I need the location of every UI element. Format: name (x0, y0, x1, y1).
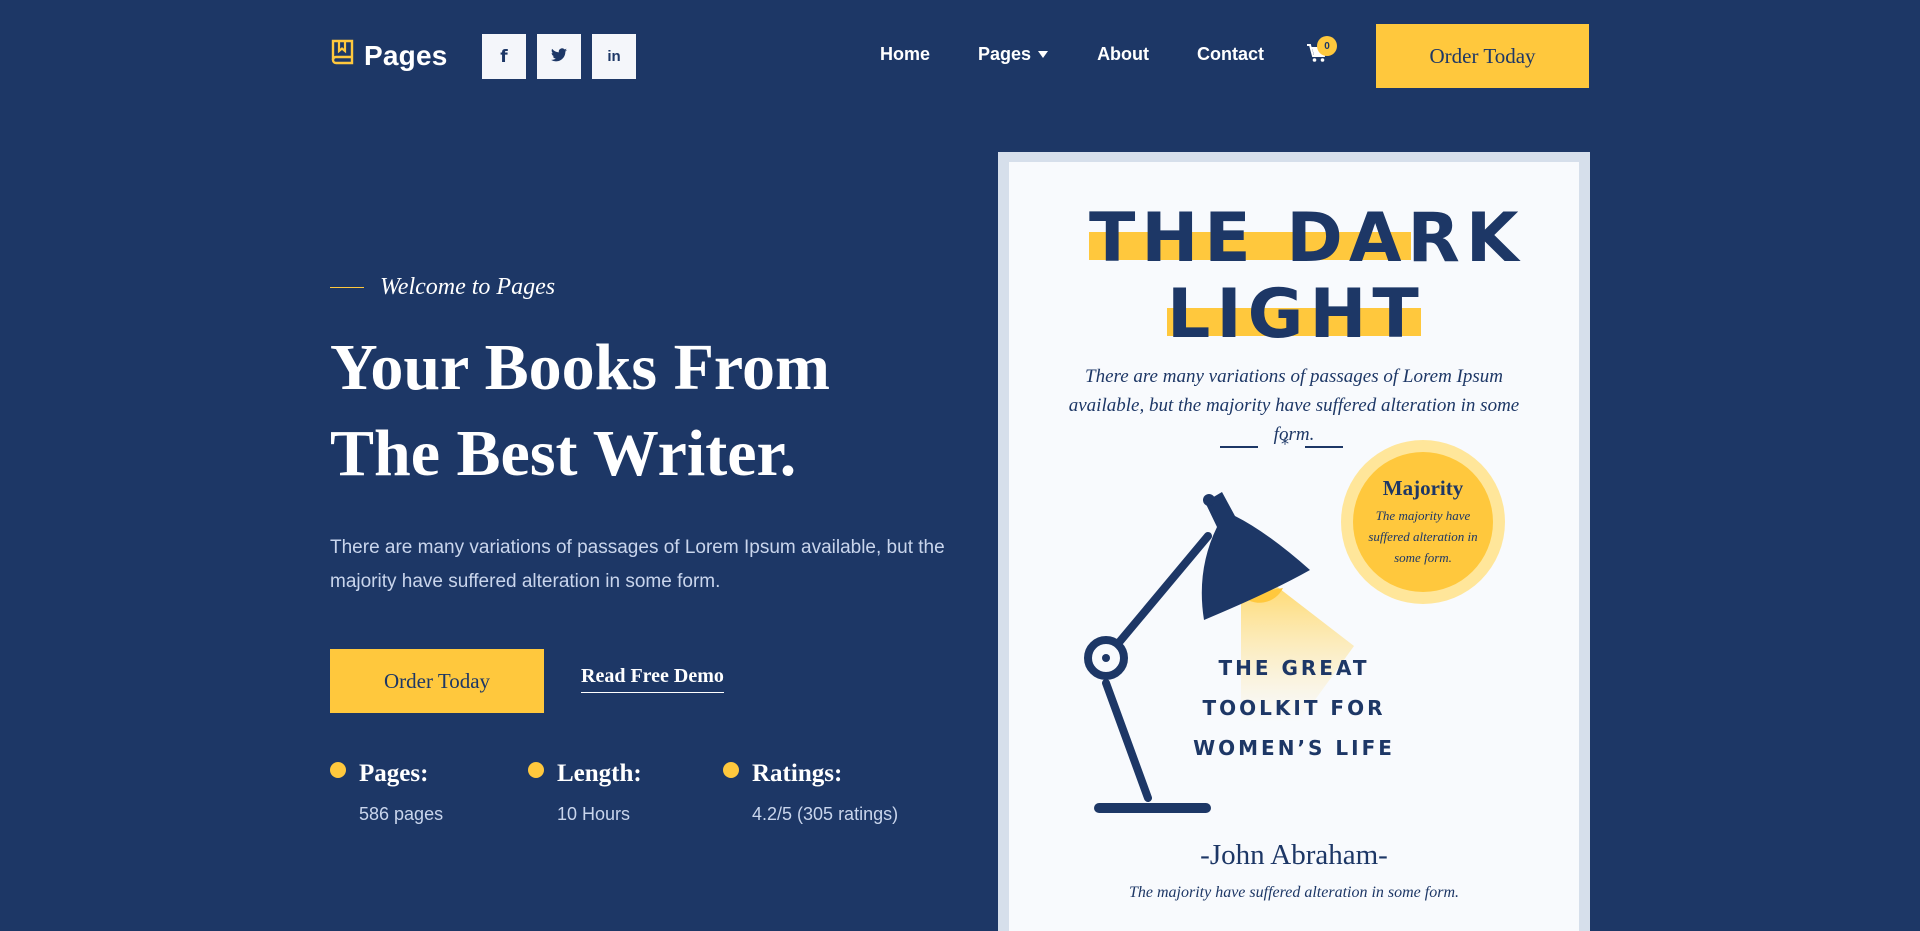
facebook-button[interactable]: f (482, 34, 526, 79)
nav-about-label: About (1097, 44, 1150, 64)
header-order-button[interactable]: Order Today (1376, 24, 1589, 88)
read-demo-link[interactable]: Read Free Demo (581, 665, 724, 693)
twitter-button[interactable] (537, 34, 581, 79)
stat-dot (528, 762, 544, 778)
nav-pages-label: Pages (978, 44, 1032, 64)
nav-home[interactable]: Home (880, 44, 930, 65)
book-icon (330, 38, 356, 73)
nav-about[interactable]: About (1097, 44, 1149, 65)
welcome-line (330, 287, 364, 288)
nav-home-label: Home (880, 44, 931, 64)
facebook-icon: f (500, 46, 508, 67)
welcome-eyebrow: Welcome to Pages (330, 274, 555, 301)
logo-text: Pages (364, 39, 448, 71)
stat-value: 586 pages (359, 804, 444, 824)
linkedin-button[interactable]: in (592, 34, 636, 79)
nav-contact-label: Contact (1197, 44, 1265, 64)
chevron-down-icon (1037, 44, 1049, 65)
hero-description: There are many variations of passages of… (330, 537, 945, 592)
hero-title-line2: The Best Writer. (330, 417, 797, 490)
stat-dot (723, 762, 739, 778)
hero-title-line1: Your Books From (330, 331, 830, 404)
nav-pages[interactable]: Pages (978, 44, 1049, 65)
welcome-text: Welcome to Pages (380, 274, 556, 300)
stat-value: 10 Hours (557, 804, 631, 824)
main-nav: Home Pages About Contact (880, 44, 1264, 65)
stat-label: Length: (557, 760, 642, 787)
twitter-icon (551, 47, 567, 66)
book-author: -John Abraham- (1200, 839, 1388, 871)
book-subtitle: THE GREAT TOOLKIT FOR WOMEN’S LIFE (1193, 656, 1395, 760)
stat-label: Pages: (359, 760, 429, 787)
stat-label: Ratings: (752, 760, 843, 787)
cart-count-badge: 0 (1317, 36, 1337, 56)
stat-value: 4.2/5 (305 ratings) (752, 804, 899, 824)
logo[interactable]: Pages (330, 38, 448, 73)
landing-page: Pages f in Home Pages About Contact 0 Or… (0, 0, 1920, 931)
book-tagline: The majority have suffered alteration in… (1128, 884, 1460, 901)
book-cover: THE DARK LIGHT There are many variations… (1009, 162, 1579, 931)
hero-order-button[interactable]: Order Today (330, 649, 544, 713)
stat-dot (330, 762, 346, 778)
hero-title: Your Books From The Best Writer. (330, 325, 930, 497)
social-links: f in (482, 34, 636, 79)
nav-contact[interactable]: Contact (1197, 44, 1264, 65)
linkedin-icon: in (607, 48, 621, 65)
